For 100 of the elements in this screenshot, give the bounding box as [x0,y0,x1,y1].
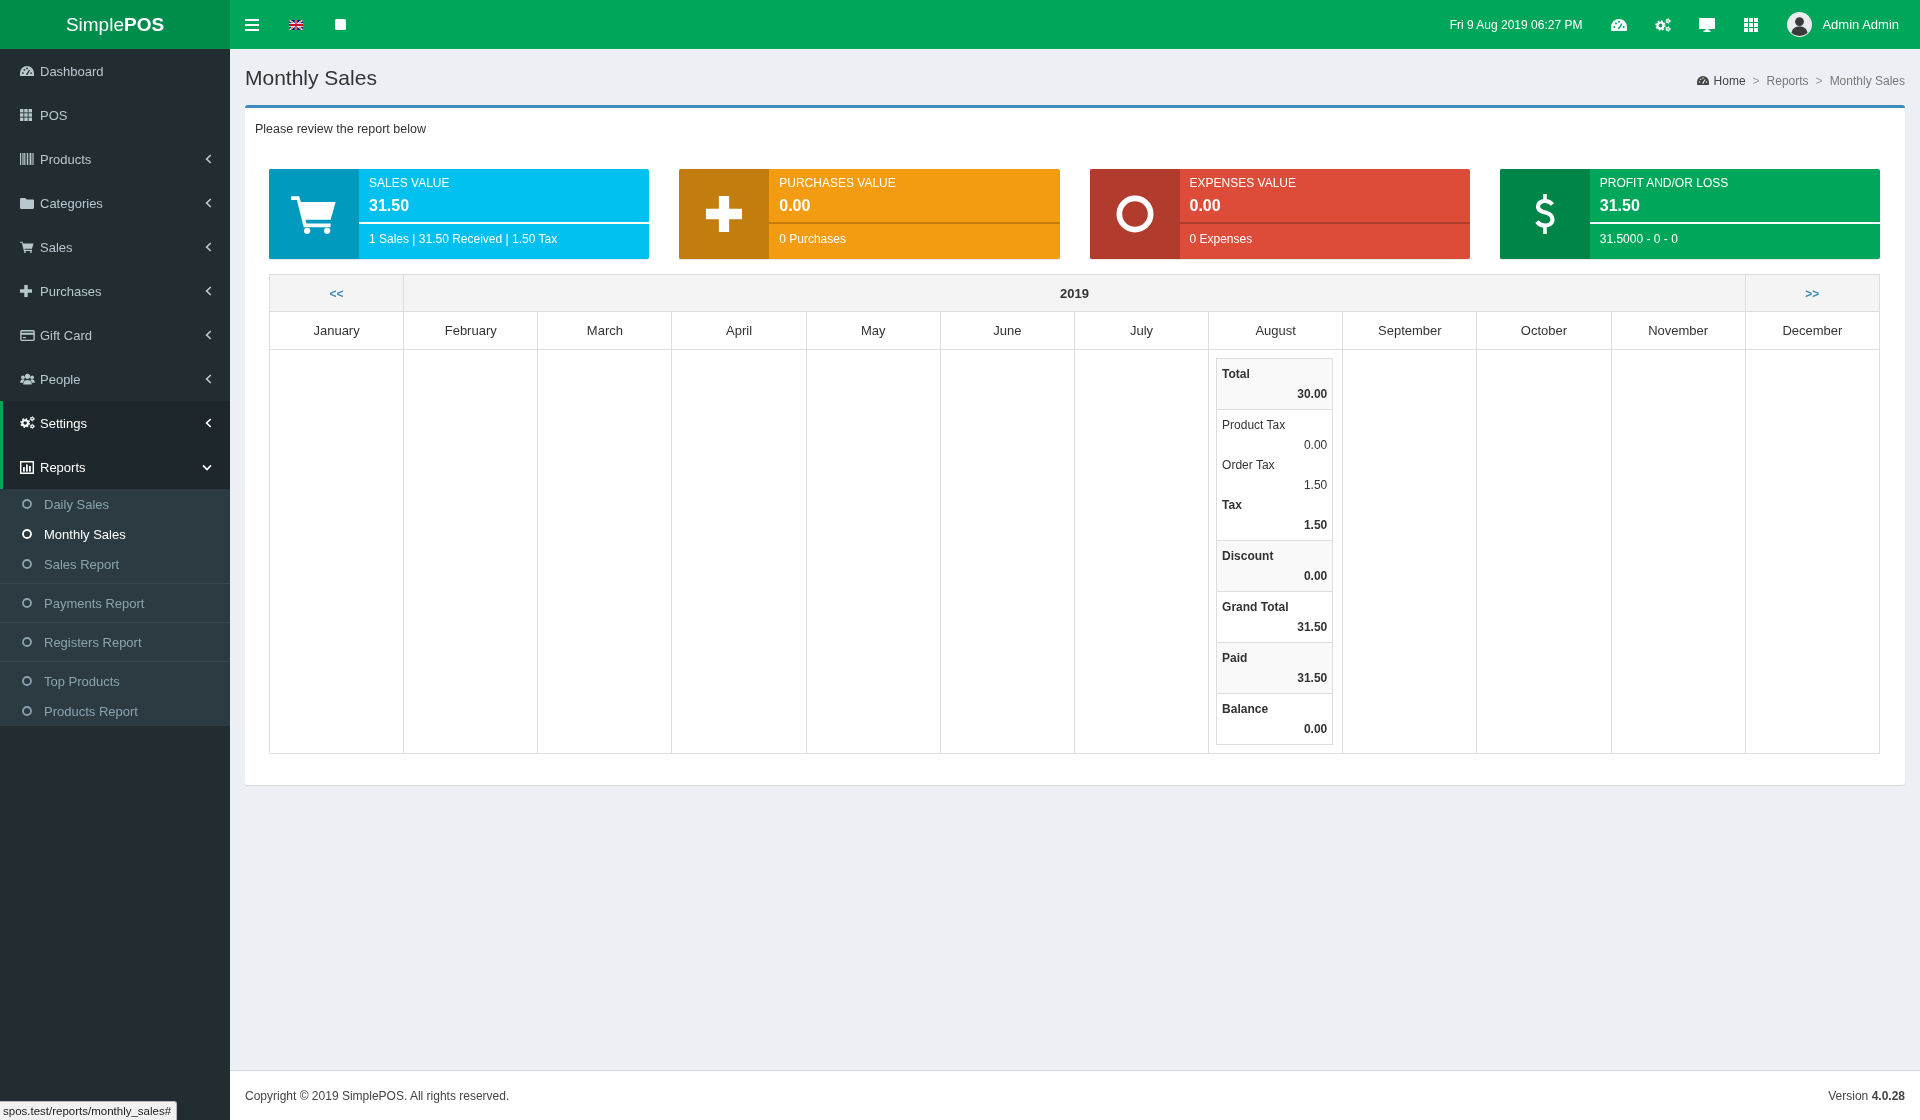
card-title: PROFIT AND/OR LOSS [1599,175,1729,192]
card-title: EXPENSES VALUE [1189,175,1296,192]
month-header: July [1074,311,1209,350]
breadcrumb-text: Reports [1766,73,1809,88]
summary-value: 0.00 [1303,569,1328,583]
summary-label: Discount [1222,549,1274,563]
barcode-icon [20,153,34,165]
submenu-item[interactable]: Daily Sales [0,489,230,519]
speedometer-icon [1696,76,1709,85]
summary-value: 31.50 [1297,671,1328,685]
card-value: 31.50 [369,196,410,216]
gears-icon [20,416,35,430]
summary-value: 31.50 [1297,620,1328,634]
submenu-item[interactable]: Monthly Sales [0,519,230,549]
sidebar-item[interactable]: Categories [0,181,230,225]
card-detail: 31.5000 - 0 - 0 [1599,231,1678,248]
summary-value: 1.50 [1303,478,1328,492]
month-header: October [1476,311,1612,350]
summary-value: 1.50 [1303,518,1328,532]
card-value: 0.00 [779,196,811,216]
avatar-icon [1787,12,1813,37]
flag-icon [289,19,303,30]
grid-icon [1744,17,1759,32]
folder-icon [20,197,34,209]
month-header: June [940,311,1075,350]
summary-label: Order Tax [1222,458,1275,472]
card-detail: 0 Purchases [779,231,846,248]
submenu-item[interactable]: Products Report [0,696,230,726]
sidebar-item[interactable]: Reports [0,445,230,489]
summary-label: Paid [1222,651,1248,665]
app-logo[interactable]: SimplePOS [0,0,230,49]
sidebar-item[interactable]: POS [0,93,230,137]
circle-icon [22,598,32,608]
plus-icon [679,169,770,259]
sidebar-item[interactable]: Sales [0,225,230,269]
summary-value: 0.00 [1303,722,1328,736]
credit-card-icon [20,329,35,341]
page-title: Monthly Sales [245,65,377,91]
gears-icon [1655,17,1672,32]
copyright-text: Copyright © 2019 SimplePOS. All rights reserved. [245,1088,510,1103]
circle-icon [22,499,32,509]
intro-text: Please review the report below [255,121,426,138]
breadcrumb-separator: > [1815,73,1823,88]
circle-icon [22,529,32,539]
plus-icon [20,285,32,297]
cart-icon [269,169,359,259]
square-icon [334,19,346,30]
summary-label: Product Tax [1222,418,1286,432]
speedometer-icon [1611,18,1628,31]
breadcrumb-separator: > [1752,73,1760,88]
card-detail: 0 Expenses [1189,231,1253,248]
sidebar-item[interactable]: People [0,357,230,401]
summary-label: Tax [1222,498,1242,512]
summary-value: 0.00 [1303,438,1328,452]
link-preview-url: spos.test/reports/monthly_sales# [0,1101,178,1120]
circle-icon [22,676,32,686]
card-value: 31.50 [1599,196,1640,216]
month-header: January [269,311,404,350]
settings-button[interactable] [1655,16,1672,33]
version-text: Version 4.0.28 [1828,1088,1905,1103]
month-header: March [537,311,672,350]
card-title: PURCHASES VALUE [779,175,896,192]
sidebar-item[interactable]: Gift Card [0,313,230,357]
sidebar-item[interactable]: Dashboard [0,49,230,93]
month-header: April [671,311,807,350]
users-icon [20,373,35,385]
speedometer-button[interactable] [1611,16,1628,33]
monitor-button[interactable] [1699,16,1716,33]
month-header: December [1745,311,1880,350]
circle-icon [22,559,32,569]
cart-icon [20,241,34,253]
sidebar-item[interactable]: Settings [0,401,230,445]
submenu-item[interactable]: Sales Report [0,549,230,579]
circle-icon [22,637,32,647]
month-header: February [403,311,538,350]
submenu-item[interactable]: Registers Report [0,627,230,657]
summary-label: Grand Total [1222,600,1289,614]
sidebar-item[interactable]: Products [0,137,230,181]
dollar-icon [1499,169,1590,259]
card-value: 0.00 [1189,196,1221,216]
summary-label: Balance [1222,702,1269,716]
monitor-icon [1699,17,1716,32]
sidebar-item[interactable]: Purchases [0,269,230,313]
speedometer-icon [20,65,34,77]
month-header: May [806,311,941,350]
grid-button[interactable] [1743,16,1760,33]
submenu-item[interactable]: Payments Report [0,588,230,618]
breadcrumb-text: Monthly Sales [1829,73,1905,88]
year-label: 2019 [1059,285,1089,301]
breadcrumb-link[interactable]: Home [1696,73,1746,88]
menu-icon [245,18,259,31]
date-time-text: Fri 9 Aug 2019 06:27 PM [1449,17,1583,32]
card-title: SALES VALUE [369,175,450,192]
month-header: August [1208,311,1343,350]
summary-value: 30.00 [1297,387,1328,401]
summary-label: Total [1222,367,1250,381]
grid-icon [20,109,32,121]
bar-chart-icon [20,460,34,474]
month-header: November [1611,311,1746,350]
submenu-item[interactable]: Top Products [0,666,230,696]
